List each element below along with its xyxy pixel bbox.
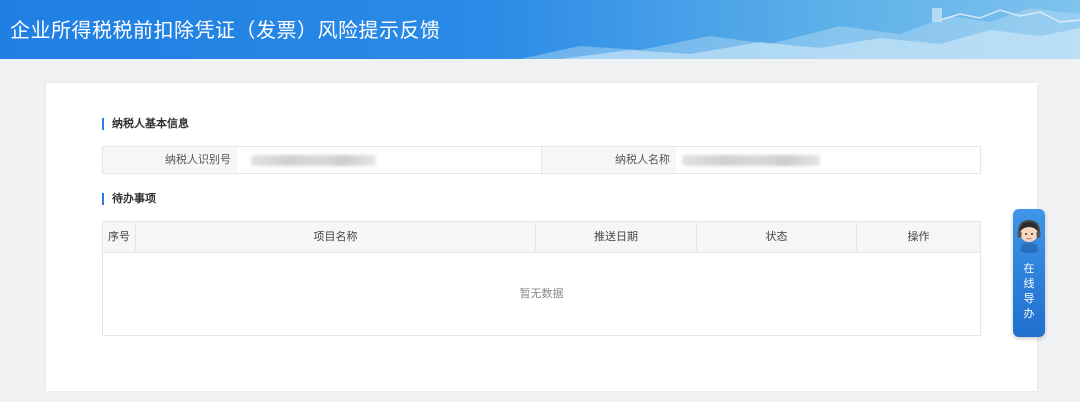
online-guide-char-3: 导 [1023,292,1035,305]
online-guide-char-1: 在 [1023,262,1035,275]
page-title: 企业所得税税前扣除凭证（发票）风险提示反馈 [10,18,441,42]
column-header-actions: 操作 [907,230,930,243]
taxpayer-name-value [676,147,980,173]
page-header: 企业所得税税前扣除凭证（发票）风险提示反馈 [0,0,1080,59]
customer-service-avatar-icon [1017,219,1041,253]
taxpayer-id-label: 纳税人识别号 [103,147,237,173]
empty-state-text: 暂无数据 [519,287,564,300]
online-guide-button[interactable]: 在 线 导 办 [1013,209,1045,337]
todo-table-header: 序号 项目名称 推送日期 状态 操作 [103,222,980,253]
online-guide-char-2: 线 [1023,277,1035,290]
taxpayer-id-value [237,147,542,173]
column-header-item-name: 项目名称 [136,222,536,252]
online-guide-char-4: 办 [1023,307,1035,320]
online-guide-label: 在 线 导 办 [1013,261,1045,321]
taxpayer-name-label: 纳税人名称 [542,147,676,173]
column-header-push-date: 推送日期 [536,222,697,252]
todo-section-title: 待办事项 [102,193,156,205]
taxpayer-info-table: 纳税人识别号 纳税人名称 [102,146,981,174]
main-card: 纳税人基本信息 纳税人识别号 纳税人名称 待办事项 序号 项目名称 推送日期 状… [46,83,1037,391]
taxpayer-section-title: 纳税人基本信息 [102,118,189,130]
column-header-status: 状态 [697,222,857,252]
great-wall-banner-image [520,8,1080,59]
column-header-index: 序号 [103,222,136,252]
todo-table: 序号 项目名称 推送日期 状态 操作 暂无数据 [102,221,981,336]
